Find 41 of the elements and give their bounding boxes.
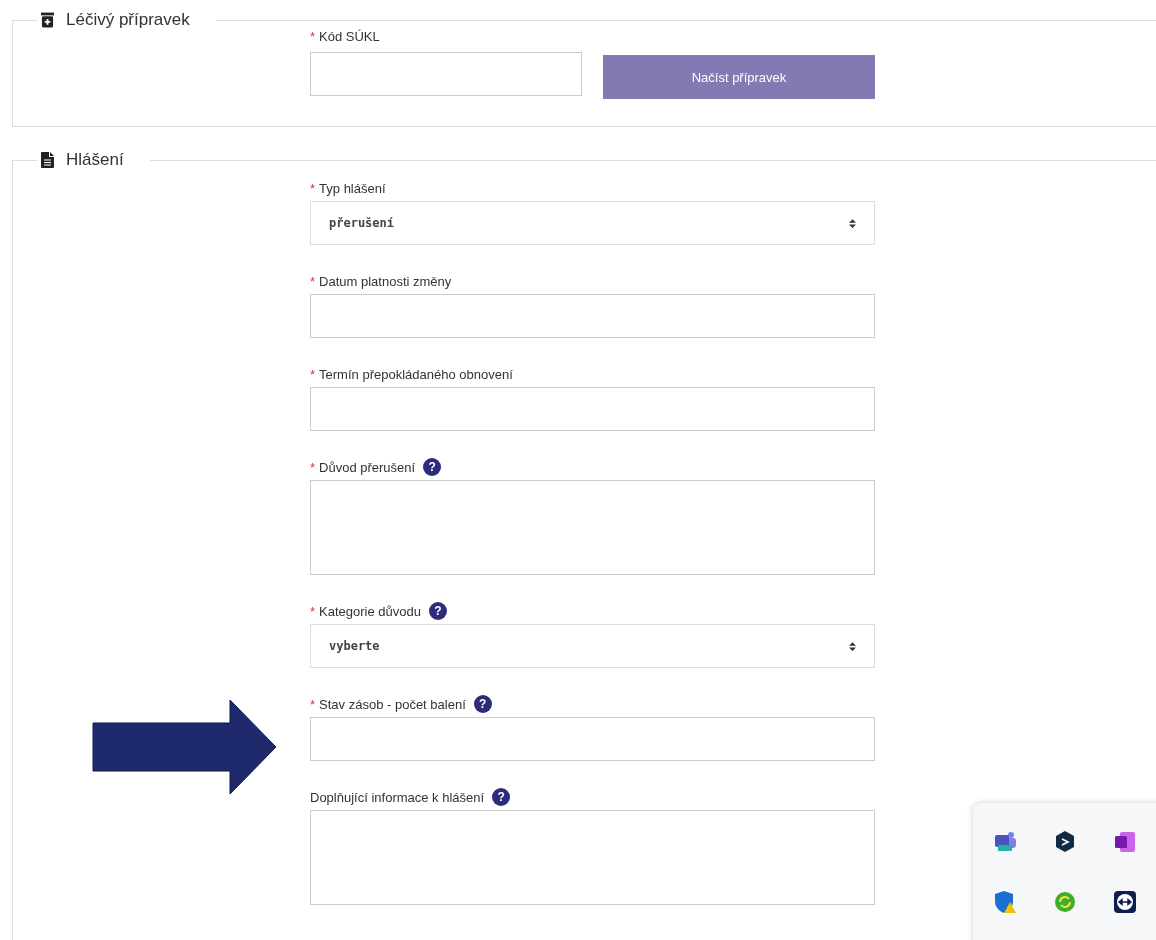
section-title: Hlášení: [66, 150, 124, 170]
app-icon[interactable]: [1053, 830, 1077, 854]
required-mark: *: [310, 696, 316, 712]
input-field[interactable]: [310, 717, 875, 761]
required-mark: *: [310, 180, 316, 196]
remote-icon[interactable]: [1113, 890, 1137, 914]
field-label: Kód SÚKL: [319, 28, 380, 44]
shield-warning-icon[interactable]: [993, 890, 1017, 914]
required-mark: *: [310, 366, 316, 382]
help-icon[interactable]: ?: [429, 602, 447, 620]
sort-caret-icon: [849, 217, 856, 229]
sort-caret-icon: [849, 640, 856, 652]
text-area[interactable]: [310, 480, 875, 575]
field-label: Datum platnosti změny: [319, 273, 452, 289]
help-icon[interactable]: ?: [473, 695, 492, 713]
select-field[interactable]: přerušení: [310, 201, 875, 245]
field-label: Termín přepokládaného obnovení: [319, 366, 513, 382]
app-icon[interactable]: [993, 830, 1017, 854]
arrow-icon: [92, 699, 278, 795]
field-label: Kategorie důvodu: [319, 603, 421, 619]
required-mark: *: [310, 273, 316, 289]
sync-icon[interactable]: [1053, 890, 1077, 914]
input-field[interactable]: [310, 52, 582, 96]
medicine-icon: [41, 12, 54, 28]
help-icon[interactable]: ?: [492, 788, 511, 806]
required-mark: *: [310, 28, 316, 44]
required-mark: *: [310, 603, 316, 619]
required-mark: *: [310, 459, 316, 475]
input-field[interactable]: [310, 387, 875, 431]
field-label: Doplňující informace k hlášení: [310, 789, 485, 805]
field-label: Důvod přerušení: [319, 459, 416, 475]
select-field[interactable]: vyberte: [310, 624, 875, 668]
text-area[interactable]: [310, 810, 875, 905]
help-icon[interactable]: ?: [423, 458, 442, 476]
field-label: Stav zásob - počet balení: [319, 696, 466, 712]
app-icon[interactable]: [1113, 830, 1137, 854]
section-title: Léčivý přípravek: [66, 10, 190, 30]
document-icon: [41, 152, 54, 168]
load-button[interactable]: Načíst přípravek: [603, 55, 875, 99]
field-label: Typ hlášení: [319, 180, 386, 196]
input-field[interactable]: [310, 294, 875, 338]
